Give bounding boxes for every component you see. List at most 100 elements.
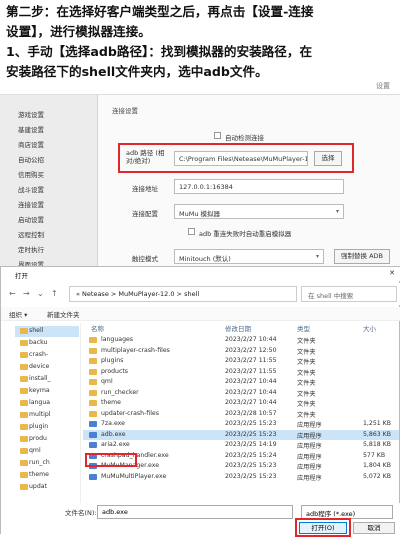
column-name[interactable]: 名称 xyxy=(91,323,104,333)
folder-icon xyxy=(89,400,97,406)
file-name: theme xyxy=(101,399,121,406)
file-row[interactable]: aria2.exe 2023/2/25 14:19 应用程序 5,818 KB xyxy=(83,440,399,450)
filename-input[interactable]: adb.exe xyxy=(97,505,293,519)
search-input[interactable]: 在 shell 中搜索 xyxy=(301,286,397,302)
file-size: 1,251 KB xyxy=(363,420,391,427)
exe-file-icon xyxy=(89,473,97,480)
reconnect-checkbox[interactable] xyxy=(188,228,195,235)
folder-icon xyxy=(89,358,97,364)
forward-icon[interactable]: → xyxy=(23,289,30,298)
file-name: aria2.exe xyxy=(101,441,130,448)
file-row[interactable]: qml 2023/2/27 10:44 文件夹 xyxy=(83,377,399,387)
highlight-box xyxy=(118,143,354,173)
tree-item[interactable]: crash- xyxy=(29,351,75,358)
sidebar-item[interactable]: 商店设置 xyxy=(18,139,44,149)
address-bar[interactable]: « Netease > MuMuPlayer-12.0 > shell xyxy=(69,286,297,302)
file-row[interactable]: multiplayer-crash-files 2023/2/27 12:50 文件… xyxy=(83,346,399,356)
file-type: 文件夹 xyxy=(297,338,316,345)
instruction-line-3: 1、手动【选择adb路径】：找到模拟器的安装路径，在 xyxy=(6,44,313,59)
tree-item[interactable]: run_ch xyxy=(29,459,75,466)
file-type: 应用程序 xyxy=(297,474,322,482)
file-size: 1,804 KB xyxy=(363,462,391,469)
file-row[interactable]: theme 2023/2/27 10:44 文件夹 xyxy=(83,398,399,408)
file-date: 2023/2/27 12:50 xyxy=(225,346,277,354)
column-type[interactable]: 类型 xyxy=(297,323,310,333)
up-icon[interactable]: ↑ xyxy=(51,289,58,298)
tree-item[interactable]: keyma xyxy=(29,387,75,394)
file-type: 文件夹 xyxy=(297,348,316,356)
file-size: 5,863 KB xyxy=(363,430,391,438)
exe-file-icon xyxy=(89,431,97,438)
file-row[interactable]: adb.exe 2023/2/25 15:23 应用程序 5,863 KB xyxy=(83,429,399,440)
settings-title: 设置 xyxy=(376,82,390,90)
file-name: run_checker xyxy=(101,388,139,396)
auto-detect-checkbox[interactable] xyxy=(214,132,221,139)
file-name: MuMuMultiPlayer.exe xyxy=(101,472,167,480)
sidebar-item[interactable]: 游戏设置 xyxy=(18,109,44,119)
folder-icon xyxy=(20,340,28,346)
config-select[interactable]: MuMu 模拟器 ▾ xyxy=(174,204,344,219)
force-replace-adb-button[interactable]: 强制替换 ADB xyxy=(334,249,390,264)
file-date: 2023/2/28 10:57 xyxy=(225,409,277,417)
file-name: adb.exe xyxy=(101,430,126,438)
file-list: 名称 修改日期 类型 大小 languages 2023/2/27 10:44 文件… xyxy=(83,323,400,503)
folder-icon xyxy=(20,400,28,406)
sidebar-item[interactable]: 远程控制 xyxy=(18,229,44,239)
column-size[interactable]: 大小 xyxy=(363,323,376,333)
sidebar-item[interactable]: 启动设置 xyxy=(18,214,44,224)
sidebar-item[interactable]: 基建设置 xyxy=(18,124,44,134)
file-date: 2023/2/25 15:23 xyxy=(225,430,277,438)
new-folder-button[interactable]: 新建文件夹 xyxy=(47,309,80,319)
file-date: 2023/2/27 10:44 xyxy=(225,388,277,396)
column-date[interactable]: 修改日期 xyxy=(225,323,251,333)
tree-item[interactable]: install_ xyxy=(29,375,75,382)
file-name: multiplayer-crash-files xyxy=(101,346,170,354)
sidebar-item[interactable]: 战斗设置 xyxy=(18,184,44,194)
tree-item[interactable]: shell xyxy=(29,327,75,334)
cancel-button[interactable]: 取消 xyxy=(353,522,395,534)
config-value: MuMu 模拟器 xyxy=(179,210,221,218)
filename-label: 文件名(N): xyxy=(65,509,97,517)
file-type: 文件夹 xyxy=(297,380,316,387)
sidebar-item[interactable]: 自动公招 xyxy=(18,154,44,164)
address-input[interactable]: 127.0.0.1:16384 xyxy=(174,179,344,194)
file-date: 2023/2/27 10:44 xyxy=(225,378,277,385)
file-row[interactable]: products 2023/2/27 11:55 文件夹 xyxy=(83,367,399,377)
filetype-select[interactable]: adb程序 (*.exe) xyxy=(301,505,393,519)
sidebar-item[interactable]: 信用购买 xyxy=(18,169,44,179)
folder-icon xyxy=(89,337,97,343)
folder-icon xyxy=(89,347,97,354)
settings-sidebar: 游戏设置 基建设置 商店设置 自动公招 信用购买 战斗设置 连接设置 启动设置 … xyxy=(0,95,98,271)
folder-icon xyxy=(20,364,28,370)
file-row[interactable]: updater-crash-files 2023/2/28 10:57 文件夹 xyxy=(83,409,399,419)
tree-item[interactable]: produ xyxy=(29,435,75,442)
file-row[interactable]: plugins 2023/2/27 11:55 文件夹 xyxy=(83,356,399,366)
nav-bar: ← → ⌄ ↑ « Netease > MuMuPlayer-12.0 > sh… xyxy=(1,283,400,305)
tree-item[interactable]: backu xyxy=(29,339,75,346)
file-row[interactable]: run_checker 2023/2/27 10:44 文件夹 xyxy=(83,388,399,398)
tree-item[interactable]: device xyxy=(29,363,75,370)
tree-item[interactable]: langua xyxy=(29,399,75,406)
settings-main: 连接设置 自动检测连接 adb 路径 (相对/绝对) C:\Program Fi… xyxy=(98,95,400,271)
file-size: 5,818 KB xyxy=(363,441,391,448)
touch-select[interactable]: Minitouch (默认) ▾ xyxy=(174,249,324,264)
file-type: 文件夹 xyxy=(297,390,316,398)
file-date: 2023/2/25 15:23 xyxy=(225,462,277,469)
dropdown-icon[interactable]: ⌄ xyxy=(37,289,44,298)
sidebar-item[interactable]: 连接设置 xyxy=(18,199,44,209)
tree-item[interactable]: plugin xyxy=(29,423,75,430)
tree-item[interactable]: theme xyxy=(29,471,75,478)
dialog-title: 打开 xyxy=(15,272,28,280)
tree-item[interactable]: multipl xyxy=(29,411,75,418)
organize-button[interactable]: 组织 ▾ xyxy=(9,309,27,319)
tree-item[interactable]: updat xyxy=(29,483,75,490)
file-row[interactable]: 7za.exe 2023/2/25 15:23 应用程序 1,251 KB xyxy=(83,419,399,429)
close-icon[interactable]: ✕ xyxy=(389,269,395,277)
tree-item[interactable]: qml xyxy=(29,447,75,454)
file-row[interactable]: languages 2023/2/27 10:44 文件夹 xyxy=(83,335,399,345)
sidebar-item[interactable]: 定时执行 xyxy=(18,244,44,254)
file-type: 应用程序 xyxy=(297,464,322,471)
file-row[interactable]: MuMuMultiPlayer.exe 2023/2/25 15:23 应用程序 5,… xyxy=(83,472,399,482)
folder-icon xyxy=(89,368,97,375)
back-icon[interactable]: ← xyxy=(9,289,16,298)
